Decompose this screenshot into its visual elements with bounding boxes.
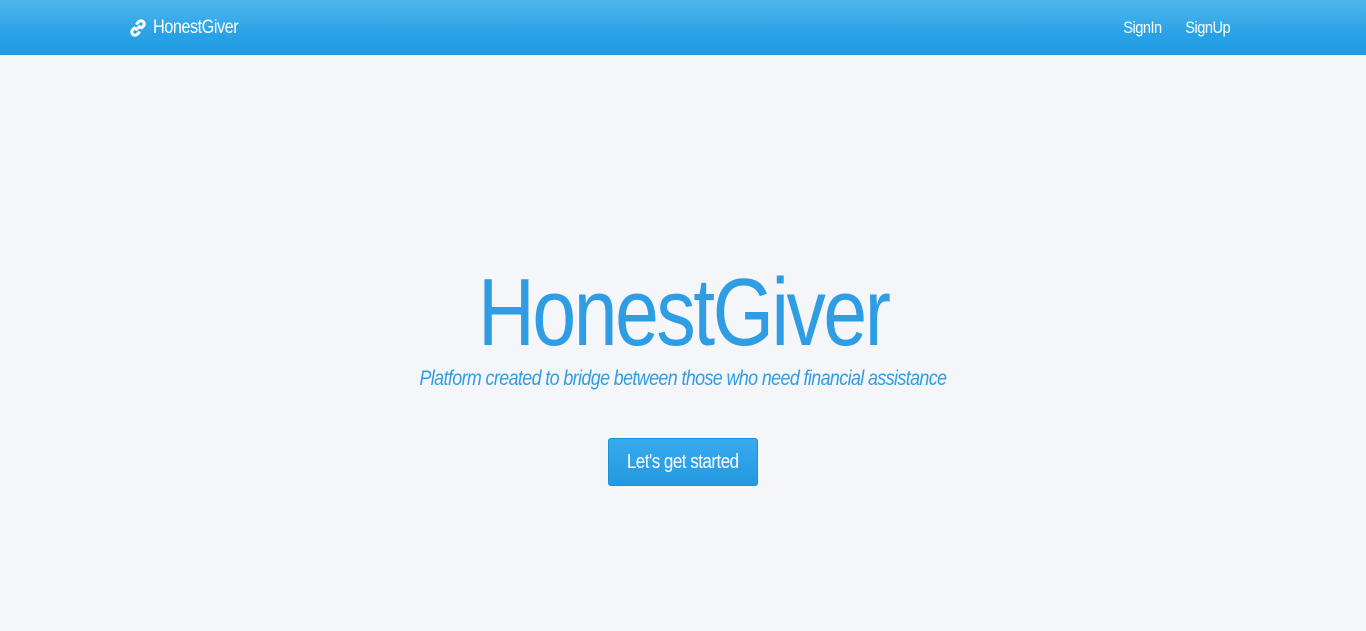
get-started-label: Let's get started — [627, 450, 739, 473]
link-icon — [128, 18, 148, 38]
signup-link[interactable]: SignUp — [1185, 18, 1230, 38]
get-started-button[interactable]: Let's get started — [608, 438, 758, 486]
hero-section: HonestGiver Platform created to bridge b… — [0, 55, 1366, 631]
hero-title-text: HonestGiver — [477, 259, 891, 366]
hero-subtitle: Platform created to bridge between those… — [0, 366, 1366, 392]
brand-name: HonestGiver — [153, 16, 239, 38]
hero-title: HonestGiver — [0, 258, 1366, 368]
top-navbar: HonestGiver SignIn SignUp — [0, 0, 1366, 55]
nav-links: SignIn SignUp — [1101, 0, 1230, 55]
signin-link[interactable]: SignIn — [1123, 18, 1162, 38]
brand-link[interactable]: HonestGiver — [128, 0, 252, 55]
hero-subtitle-text: Platform created to bridge between those… — [419, 367, 948, 390]
